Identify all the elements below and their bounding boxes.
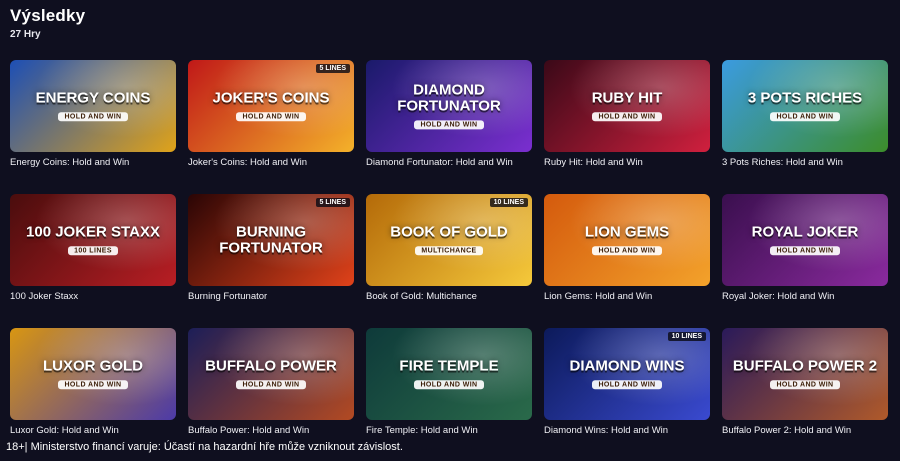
game-title[interactable]: Ruby Hit: Hold and Win [544,157,710,168]
game-logo-tag: Hold and Win [236,112,306,122]
game-title[interactable]: Joker's Coins: Hold and Win [188,157,354,168]
lines-badge: 10 LINES [489,198,528,207]
game-card[interactable]: 100 Joker Staxx 100 Lines 100 Joker Staxx [10,194,176,328]
game-logo-title: Lion Gems [584,223,670,241]
game-logo-title: Diamond Fortunator [397,81,501,115]
game-logo-title: Burning Fortunator [219,223,323,256]
game-thumbnail[interactable]: Buffalo Power 2 Hold and Win [722,328,888,420]
game-card[interactable]: Lion Gems Hold and Win Lion Gems: Hold and… [544,194,710,328]
game-thumbnail[interactable]: Energy Coins Hold and Win [10,60,176,152]
game-logo-title: 100 Joker Staxx [26,223,160,241]
game-logo-title: Buffalo Power [205,357,337,375]
game-title[interactable]: 100 Joker Staxx [10,291,176,302]
game-title[interactable]: Diamond Wins: Hold and Win [544,425,710,436]
game-thumbnail[interactable]: Royal Joker Hold and Win [722,194,888,286]
lines-badge: 10 LINES [667,332,706,341]
game-logo-title: Joker's Coins [212,89,330,107]
game-logo-title: Luxor Gold [43,357,143,375]
game-logo-tag: Hold and Win [770,246,840,256]
game-logo-title: Energy Coins [35,89,151,107]
game-logo-text: Energy Coins Hold and Win [16,90,170,122]
game-title[interactable]: Energy Coins: Hold and Win [10,157,176,168]
game-logo-text: Diamond Fortunator Hold and Win [372,81,526,130]
game-logo-text: Buffalo Power 2 Hold and Win [728,358,882,390]
game-logo-tag: Hold and Win [414,119,484,130]
game-logo-text: Ruby Hit Hold and Win [550,90,704,122]
game-thumbnail[interactable]: Fire Temple Hold and Win [366,328,532,420]
game-logo-text: Lion Gems Hold and Win [550,224,704,256]
game-logo-title: Royal Joker [751,223,859,241]
game-logo-tag: Hold and Win [592,112,662,122]
game-card[interactable]: Joker's Coins Hold and Win 5 LINES Joker's … [188,60,354,194]
game-title[interactable]: Diamond Fortunator: Hold and Win [366,157,532,168]
game-logo-text: Book of Gold Multichance [372,224,526,256]
game-title[interactable]: Lion Gems: Hold and Win [544,291,710,302]
game-logo-text: Royal Joker Hold and Win [728,224,882,256]
game-logo-text: Buffalo Power Hold and Win [194,358,348,390]
game-title[interactable]: Burning Fortunator [188,291,354,302]
game-card[interactable]: Ruby Hit Hold and Win Ruby Hit: Hold and W… [544,60,710,194]
game-thumbnail[interactable]: Buffalo Power Hold and Win [188,328,354,420]
game-logo-text: Fire Temple Hold and Win [372,358,526,390]
game-logo-text: Diamond Wins Hold and Win [550,358,704,390]
game-logo-tag: Hold and Win [58,380,128,390]
game-logo-text: 100 Joker Staxx 100 Lines [16,224,170,256]
game-thumbnail[interactable]: Ruby Hit Hold and Win [544,60,710,152]
game-logo-title: Buffalo Power 2 [732,357,878,375]
game-logo-tag: Multichance [415,246,483,256]
game-card[interactable]: Diamond Wins Hold and Win 10 LINES Diamond … [544,328,710,461]
game-title[interactable]: Buffalo Power: Hold and Win [188,425,354,436]
game-card[interactable]: Burning Fortunator 5 LINES Burning Fortuna… [188,194,354,328]
game-logo-tag: Hold and Win [770,380,840,390]
game-logo-title: 3 Pots Riches [747,89,863,107]
game-card[interactable]: Diamond Fortunator Hold and Win Diamond Fo… [366,60,532,194]
game-logo-title: Book of Gold [390,223,508,241]
game-title[interactable]: Luxor Gold: Hold and Win [10,425,176,436]
results-header: Výsledky 27 Hry [10,6,85,40]
game-title[interactable]: Fire Temple: Hold and Win [366,425,532,436]
game-title[interactable]: Book of Gold: Multichance [366,291,532,302]
game-thumbnail[interactable]: Luxor Gold Hold and Win [10,328,176,420]
page-title: Výsledky [10,6,86,25]
results-count: 27 Hry [10,29,41,40]
lines-badge: 5 LINES [315,198,350,207]
game-logo-tag: 100 Lines [68,246,118,256]
game-title[interactable]: Buffalo Power 2: Hold and Win [722,425,888,436]
game-logo-text: Luxor Gold Hold and Win [16,358,170,390]
game-card[interactable]: Royal Joker Hold and Win Royal Joker: Hold… [722,194,888,328]
game-logo-tag: Hold and Win [236,380,306,390]
game-card[interactable]: Book of Gold Multichance 10 LINES Book of G… [366,194,532,328]
game-logo-title: Fire Temple [399,357,499,375]
game-card[interactable]: 3 Pots Riches Hold and Win 3 Pots Riches: … [722,60,888,194]
game-logo-tag: Hold and Win [58,112,128,122]
game-logo-tag: Hold and Win [592,246,662,256]
game-title[interactable]: Royal Joker: Hold and Win [722,291,888,302]
game-thumbnail[interactable]: 100 Joker Staxx 100 Lines [10,194,176,286]
lines-badge: 5 LINES [315,64,350,73]
game-logo-tag: Hold and Win [770,112,840,122]
game-thumbnail[interactable]: Lion Gems Hold and Win [544,194,710,286]
game-logo-title: Diamond Wins [569,357,685,375]
game-logo-text: Joker's Coins Hold and Win [194,90,348,122]
game-thumbnail[interactable]: Diamond Wins Hold and Win 10 LINES [544,328,710,420]
game-thumbnail[interactable]: Joker's Coins Hold and Win 5 LINES [188,60,354,152]
game-title[interactable]: 3 Pots Riches: Hold and Win [722,157,888,168]
game-logo-title: Ruby Hit [591,89,663,107]
game-thumbnail[interactable]: Book of Gold Multichance 10 LINES [366,194,532,286]
game-logo-tag: Hold and Win [592,380,662,390]
gambling-disclaimer: 18+| Ministerstvo financí varuje: Účastí… [6,441,403,453]
game-logo-text: 3 Pots Riches Hold and Win [728,90,882,122]
game-thumbnail[interactable]: Diamond Fortunator Hold and Win [366,60,532,152]
game-logo-text: Burning Fortunator [194,224,348,256]
game-thumbnail[interactable]: Burning Fortunator 5 LINES [188,194,354,286]
game-card[interactable]: Energy Coins Hold and Win Energy Coins: Ho… [10,60,176,194]
game-card[interactable]: Buffalo Power 2 Hold and Win Buffalo Power… [722,328,888,461]
game-grid: Energy Coins Hold and Win Energy Coins: Ho… [10,60,888,461]
game-logo-tag: Hold and Win [414,380,484,390]
game-thumbnail[interactable]: 3 Pots Riches Hold and Win [722,60,888,152]
